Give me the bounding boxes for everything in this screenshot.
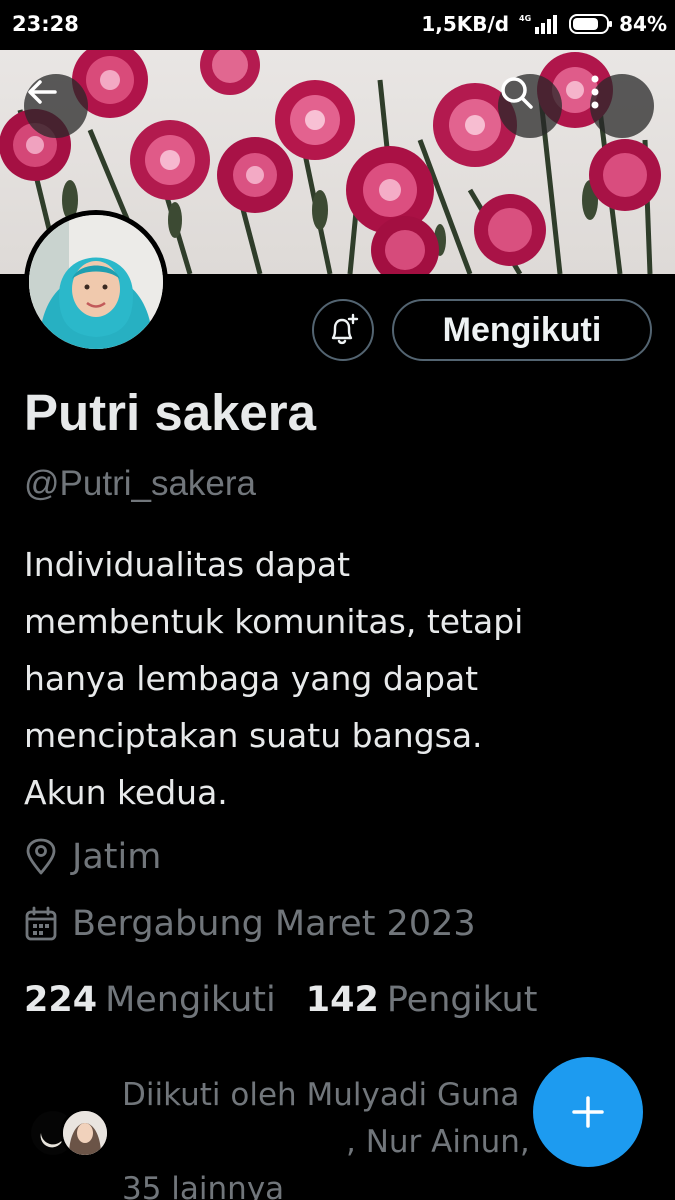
more-vertical-icon <box>591 75 599 109</box>
signal-icon: 4G <box>519 13 559 35</box>
bio-line: hanya lembaga yang dapat <box>24 659 479 698</box>
follower-avatars <box>28 1108 112 1162</box>
back-button[interactable] <box>24 74 88 138</box>
follower-avatar <box>60 1108 110 1158</box>
battery-icon <box>569 14 613 34</box>
join-date-text: Bergabung Maret 2023 <box>72 904 476 944</box>
avatar-photo <box>29 215 163 349</box>
search-button[interactable] <box>498 74 562 138</box>
profile-screen: 23:28 1,5KB/d 4G 84% Mengikuti Putri sak… <box>0 0 675 1200</box>
profile-bio: Individualitas dapat membentuk komunitas… <box>24 536 644 821</box>
bell-plus-icon <box>331 313 359 345</box>
battery-percent: 84% <box>619 12 667 36</box>
status-bar: 23:28 1,5KB/d 4G 84% <box>0 0 675 50</box>
network-type-label: 4G <box>519 14 531 23</box>
search-icon <box>501 77 533 109</box>
followers-label: Pengikut <box>386 980 538 1020</box>
display-name: Putri sakera <box>24 384 317 441</box>
bio-line: membentuk komunitas, tetapi <box>24 602 524 641</box>
net-speed: 1,5KB/d <box>421 12 510 36</box>
following-button[interactable]: Mengikuti <box>392 299 652 361</box>
bio-line: menciptakan suatu bangsa. <box>24 716 483 755</box>
following-stat[interactable]: 224 Mengikuti <box>24 980 276 1020</box>
bio-line: Akun kedua. <box>24 773 228 812</box>
followers-stat[interactable]: 142 Pengikut <box>306 980 538 1020</box>
location-text: Jatim <box>72 837 162 877</box>
followed-by-line: , Nur Ainun, <box>346 1124 530 1160</box>
follow-stats: 224 Mengikuti 142 Pengikut <box>24 980 537 1020</box>
plus-icon <box>572 1096 604 1128</box>
user-handle: @Putri_sakera <box>24 464 257 503</box>
more-options-button[interactable] <box>590 74 654 138</box>
back-arrow-icon <box>28 80 57 104</box>
followed-by-line: Diikuti oleh Mulyadi Guna <box>122 1077 520 1113</box>
profile-avatar[interactable] <box>24 210 168 354</box>
compose-fab-button[interactable] <box>533 1057 643 1167</box>
followed-by-line: 35 lainnya <box>122 1171 285 1200</box>
calendar-icon <box>25 906 57 941</box>
notifications-bell-button[interactable] <box>312 299 374 361</box>
bio-line: Individualitas dapat <box>24 545 351 584</box>
following-count: 224 <box>24 980 98 1020</box>
status-indicators: 1,5KB/d 4G 84% <box>421 12 667 36</box>
followers-count: 142 <box>305 980 379 1020</box>
status-time: 23:28 <box>12 12 79 36</box>
location-pin-icon <box>26 838 56 875</box>
following-label: Mengikuti <box>105 980 276 1020</box>
profile-join-date: Bergabung Maret 2023 <box>24 904 476 944</box>
profile-location: Jatim <box>24 837 161 877</box>
followed-by-text: Diikuti oleh Mulyadi Guna , Nur Ainun, 3… <box>122 1072 542 1200</box>
